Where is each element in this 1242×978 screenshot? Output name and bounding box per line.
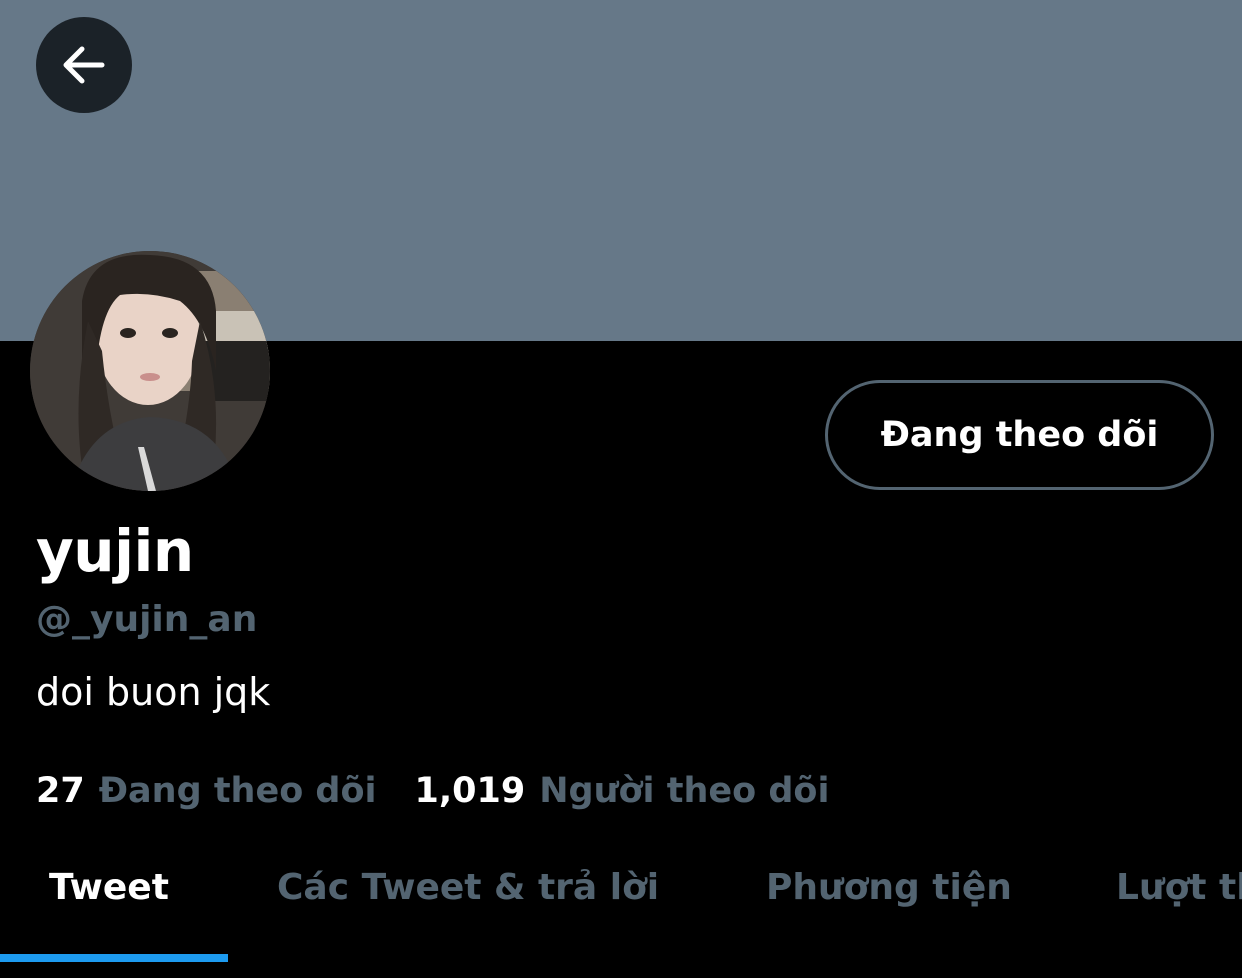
- tab-tweets-and-replies[interactable]: Các Tweet & trả lời: [277, 845, 659, 978]
- arrow-left-icon: [58, 39, 110, 91]
- following-label: Đang theo dõi: [98, 771, 377, 811]
- display-name: yujin: [36, 517, 194, 585]
- avatar[interactable]: [30, 251, 270, 491]
- tab-media-label: Phương tiện: [766, 867, 1012, 908]
- tab-tweets-label: Tweet: [49, 867, 169, 908]
- followers-count: 1,019: [414, 771, 526, 811]
- followers-stat-link[interactable]: 1,019 Người theo dõi: [415, 772, 830, 811]
- followers-label: Người theo dõi: [539, 771, 830, 811]
- tab-media[interactable]: Phương tiện: [766, 845, 1012, 978]
- profile-bio: doi buon jqk: [36, 670, 271, 714]
- user-handle: @_yujin_an: [36, 599, 258, 640]
- following-button[interactable]: Đang theo dõi: [825, 380, 1214, 490]
- active-tab-indicator: [0, 954, 228, 962]
- profile-tabs: Tweet Các Tweet & trả lời Phương tiện Lư…: [0, 845, 1242, 978]
- following-button-label: Đang theo dõi: [880, 415, 1159, 455]
- tab-tweets-and-replies-label: Các Tweet & trả lời: [277, 867, 660, 908]
- tab-likes-label: Lượt thích: [1116, 867, 1242, 908]
- following-count: 27: [36, 771, 85, 811]
- following-stat-link[interactable]: 27 Đang theo dõi: [36, 772, 377, 811]
- tab-likes[interactable]: Lượt thích: [1116, 845, 1242, 978]
- back-button[interactable]: [36, 17, 132, 113]
- profile-stats: 27 Đang theo dõi 1,019 Người theo dõi: [36, 772, 829, 811]
